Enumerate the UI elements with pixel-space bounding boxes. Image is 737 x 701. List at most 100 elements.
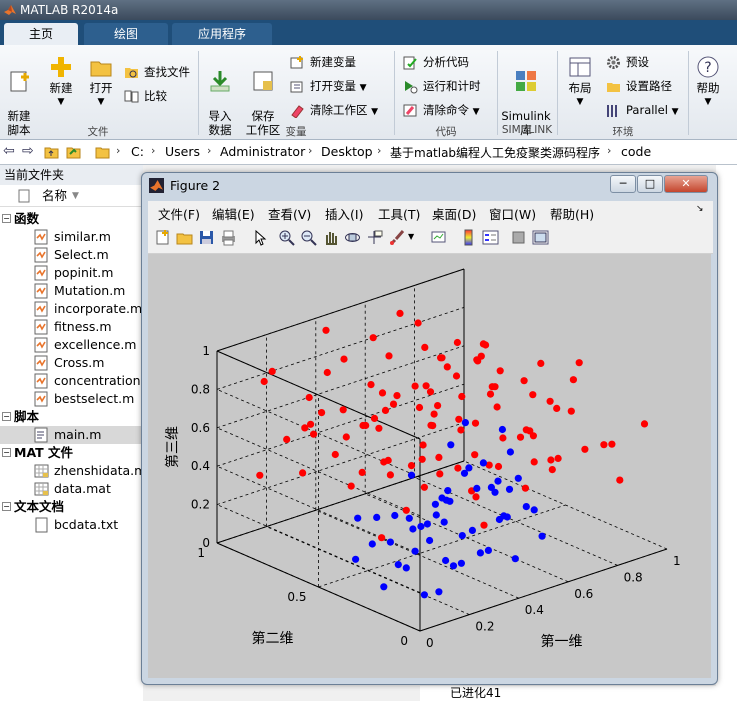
minimize-button[interactable]: ─: [610, 175, 636, 193]
open-variable-button[interactable]: 打开变量 ▼: [290, 77, 367, 97]
data-point: [323, 368, 331, 377]
file-item[interactable]: bcdata.txt: [34, 516, 118, 534]
tab-apps[interactable]: 应用程序: [172, 23, 272, 45]
collapse-icon[interactable]: −: [2, 448, 11, 457]
link-plot-icon[interactable]: [430, 229, 447, 246]
menu-help[interactable]: 帮助(H): [550, 204, 594, 223]
file-item[interactable]: fitness.m: [34, 318, 112, 336]
x-tick-label: 1: [673, 554, 681, 568]
breadcrumb-item[interactable]: Desktop: [321, 144, 373, 159]
breadcrumb-item[interactable]: Users: [165, 144, 200, 159]
collapse-icon[interactable]: −: [2, 412, 11, 421]
data-point: [402, 564, 410, 572]
layout-button[interactable]: 布局 ▼: [562, 55, 598, 109]
data-point: [491, 488, 499, 496]
name-column-header[interactable]: 名称 ▼: [0, 185, 143, 207]
breadcrumb-item[interactable]: 基于matlab编程人工免疫聚类源码程序: [390, 144, 600, 161]
menu-insert[interactable]: 插入(I): [325, 204, 363, 223]
group-functions[interactable]: − 函数: [0, 210, 143, 228]
file-item[interactable]: excellence.m: [34, 336, 136, 354]
menu-view[interactable]: 查看(V): [268, 204, 311, 223]
menu-edit[interactable]: 编辑(E): [212, 204, 255, 223]
figure-menubar: 文件(F) 编辑(E) 查看(V) 插入(I) 工具(T) 桌面(D) 窗口(W…: [148, 201, 713, 223]
find-files-button[interactable]: 查找文件: [124, 63, 190, 81]
new-variable-button[interactable]: 新建变量: [290, 53, 356, 71]
close-button[interactable]: ✕: [664, 175, 708, 193]
group-mat-files[interactable]: − MAT 文件: [0, 444, 143, 462]
clear-commands-button[interactable]: 清除命令 ▼: [403, 101, 480, 121]
compare-button[interactable]: 比较: [124, 87, 167, 105]
up-folder-icon[interactable]: [44, 145, 59, 159]
maximize-button[interactable]: □: [637, 175, 663, 193]
breadcrumb-item[interactable]: code: [621, 144, 651, 159]
analyze-code-button[interactable]: 分析代码: [403, 53, 469, 71]
menu-desktop[interactable]: 桌面(D): [432, 204, 476, 223]
file-item[interactable]: zhenshidata.mat: [34, 462, 143, 480]
tab-plots[interactable]: 绘图: [84, 23, 168, 45]
menu-window[interactable]: 窗口(W): [489, 204, 536, 223]
tab-home[interactable]: 主页: [4, 23, 78, 45]
brush-dropdown-icon[interactable]: ▼: [408, 232, 414, 241]
group-text-docs[interactable]: − 文本文档: [0, 498, 143, 516]
pointer-icon[interactable]: [252, 229, 269, 246]
open-button[interactable]: 打开 ▼: [84, 55, 118, 109]
colorbar-icon[interactable]: [460, 229, 477, 246]
data-point: [458, 392, 466, 401]
file-item[interactable]: incorporate.m: [34, 300, 142, 318]
legend-icon[interactable]: [482, 229, 499, 246]
menubar-chevron-icon[interactable]: ↘: [696, 204, 704, 214]
rotate-3d-icon[interactable]: [344, 229, 361, 246]
file-item[interactable]: Cross.m: [34, 354, 104, 372]
hide-plot-tools-icon[interactable]: [510, 229, 527, 246]
scatter3-plot[interactable]: 00.20.40.60.8100.5100.20.40.60.81 第一维 第二…: [148, 254, 711, 678]
run-and-time-button[interactable]: 运行和计时: [403, 77, 481, 95]
new-figure-icon[interactable]: [154, 229, 171, 246]
data-cursor-icon[interactable]: [366, 229, 383, 246]
data-point: [380, 583, 388, 591]
file-item-selected[interactable]: main.m: [0, 426, 143, 444]
collapse-icon[interactable]: −: [2, 502, 11, 511]
data-point: [386, 538, 394, 546]
breadcrumb-item[interactable]: Administrator: [220, 144, 305, 159]
file-item[interactable]: Select.m: [34, 246, 109, 264]
parallel-button[interactable]: Parallel ▼: [606, 101, 678, 121]
menu-tools[interactable]: 工具(T): [378, 204, 420, 223]
menu-file[interactable]: 文件(F): [158, 204, 200, 223]
forward-arrow-icon[interactable]: ⇨: [22, 143, 34, 159]
group-label-environment: 环境: [612, 126, 634, 138]
command-window-output: 已进化41: [420, 686, 720, 701]
show-plot-tools-icon[interactable]: [532, 229, 549, 246]
print-icon[interactable]: [220, 229, 237, 246]
browse-folder-icon[interactable]: [66, 145, 82, 159]
preferences-button[interactable]: 预设: [606, 53, 649, 71]
data-point: [256, 471, 264, 479]
collapse-icon[interactable]: −: [2, 214, 11, 223]
back-arrow-icon[interactable]: ⇦: [3, 143, 15, 159]
new-button[interactable]: 新建 ▼: [44, 55, 78, 109]
save-icon[interactable]: [198, 229, 215, 246]
file-item[interactable]: bestselect.m: [34, 390, 134, 408]
file-item[interactable]: similar.m: [34, 228, 111, 246]
help-button[interactable]: ? 帮助 ▼: [692, 55, 724, 109]
file-item[interactable]: Mutation.m: [34, 282, 125, 300]
clear-workspace-button[interactable]: 清除工作区 ▼: [290, 101, 378, 121]
data-point: [452, 372, 461, 380]
figure-window: Figure 2 ─ □ ✕ 文件(F) 编辑(E) 查看(V) 插入(I) 工…: [141, 172, 718, 685]
open-file-icon[interactable]: [176, 229, 193, 246]
compare-icon: [124, 90, 139, 103]
brush-icon[interactable]: [388, 229, 405, 246]
file-item[interactable]: popinit.m: [34, 264, 113, 282]
data-point: [447, 441, 455, 449]
breadcrumb-item[interactable]: C:: [131, 144, 144, 159]
zoom-in-icon[interactable]: [278, 229, 295, 246]
file-item[interactable]: concentration.m: [34, 372, 143, 390]
zoom-out-icon[interactable]: [300, 229, 317, 246]
data-point: [426, 536, 434, 545]
data-point: [505, 485, 514, 493]
set-path-button[interactable]: 设置路径: [606, 77, 672, 95]
file-item[interactable]: data.mat: [34, 480, 111, 498]
data-point: [465, 464, 473, 472]
data-point: [389, 400, 398, 408]
group-scripts[interactable]: − 脚本: [0, 408, 143, 426]
pan-icon[interactable]: [322, 229, 339, 246]
